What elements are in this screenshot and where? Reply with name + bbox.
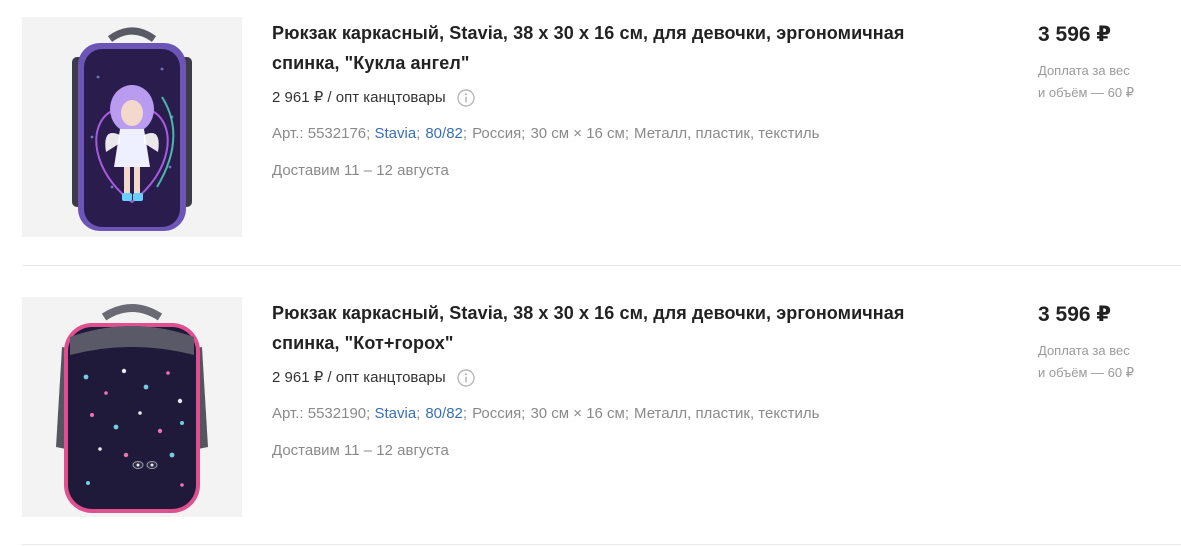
pack-link[interactable]: 80/82 (425, 405, 463, 422)
divider (22, 265, 1181, 266)
backpack-cat-peas-image (22, 297, 242, 517)
pack-link[interactable]: 80/82 (425, 125, 463, 142)
wholesale-price-text: 2 961 ₽ / опт канцтовары (272, 369, 446, 386)
delivery-info: Доставим 11 – 12 августа (272, 162, 449, 179)
product-card: Рюкзак каркасный, Stavia, 38 х 30 х 16 с… (0, 280, 1181, 546)
wholesale-price-text: 2 961 ₽ / опт канцтовары (272, 89, 446, 106)
product-title[interactable]: Рюкзак каркасный, Stavia, 38 х 30 х 16 с… (272, 298, 952, 358)
material: Металл, пластик, текстиль (634, 125, 820, 142)
surcharge-note: Доплата за вес и объём — 60 ₽ (1038, 340, 1168, 384)
price: 3 596 ₽ (1038, 303, 1111, 326)
product-attributes: Арт.: 5532176; Stavia; 80/82; Россия; 30 см… (272, 125, 820, 142)
surcharge-line: Доплата за вес (1038, 343, 1130, 358)
divider (22, 544, 1181, 545)
product-attributes: Арт.: 5532190; Stavia; 80/82; Россия; 30 см… (272, 405, 820, 422)
article-number: Арт.: 5532176; (272, 125, 371, 142)
price-block: 3 596 ₽ Доплата за вес и объём — 60 ₽ (1038, 20, 1168, 104)
info-icon[interactable] (456, 89, 475, 107)
article-number: Арт.: 5532190; (272, 405, 371, 422)
surcharge-note: Доплата за вес и объём — 60 ₽ (1038, 60, 1168, 104)
product-image[interactable] (22, 17, 242, 237)
surcharge-line: и объём — 60 ₽ (1038, 365, 1134, 380)
product-title-line: спинка, "Кот+горох" (272, 333, 454, 353)
dimensions: 30 см × 16 см (530, 125, 625, 142)
backpack-doll-angel-image (22, 17, 242, 237)
product-title-line: спинка, "Кукла ангел" (272, 53, 470, 73)
wholesale-price: 2 961 ₽ / опт канцтовары (272, 367, 952, 389)
country: Россия (472, 125, 522, 142)
country: Россия (472, 405, 522, 422)
brand-link[interactable]: Stavia (374, 405, 416, 422)
product-card: Рюкзак каркасный, Stavia, 38 х 30 х 16 с… (0, 0, 1181, 280)
surcharge-line: и объём — 60 ₽ (1038, 85, 1134, 100)
product-image[interactable] (22, 297, 242, 517)
dimensions: 30 см × 16 см (530, 405, 625, 422)
product-list: Рюкзак каркасный, Stavia, 38 х 30 х 16 с… (0, 0, 1181, 546)
price: 3 596 ₽ (1038, 23, 1111, 46)
brand-link[interactable]: Stavia (374, 125, 416, 142)
product-info: Рюкзак каркасный, Stavia, 38 х 30 х 16 с… (272, 298, 952, 462)
material: Металл, пластик, текстиль (634, 405, 820, 422)
wholesale-price: 2 961 ₽ / опт канцтовары (272, 87, 952, 109)
surcharge-line: Доплата за вес (1038, 63, 1130, 78)
product-title-line: Рюкзак каркасный, Stavia, 38 х 30 х 16 с… (272, 23, 905, 43)
info-icon[interactable] (456, 369, 475, 387)
delivery-info: Доставим 11 – 12 августа (272, 442, 449, 459)
product-title-line: Рюкзак каркасный, Stavia, 38 х 30 х 16 с… (272, 303, 905, 323)
product-info: Рюкзак каркасный, Stavia, 38 х 30 х 16 с… (272, 18, 952, 182)
product-title[interactable]: Рюкзак каркасный, Stavia, 38 х 30 х 16 с… (272, 18, 952, 78)
price-block: 3 596 ₽ Доплата за вес и объём — 60 ₽ (1038, 300, 1168, 384)
